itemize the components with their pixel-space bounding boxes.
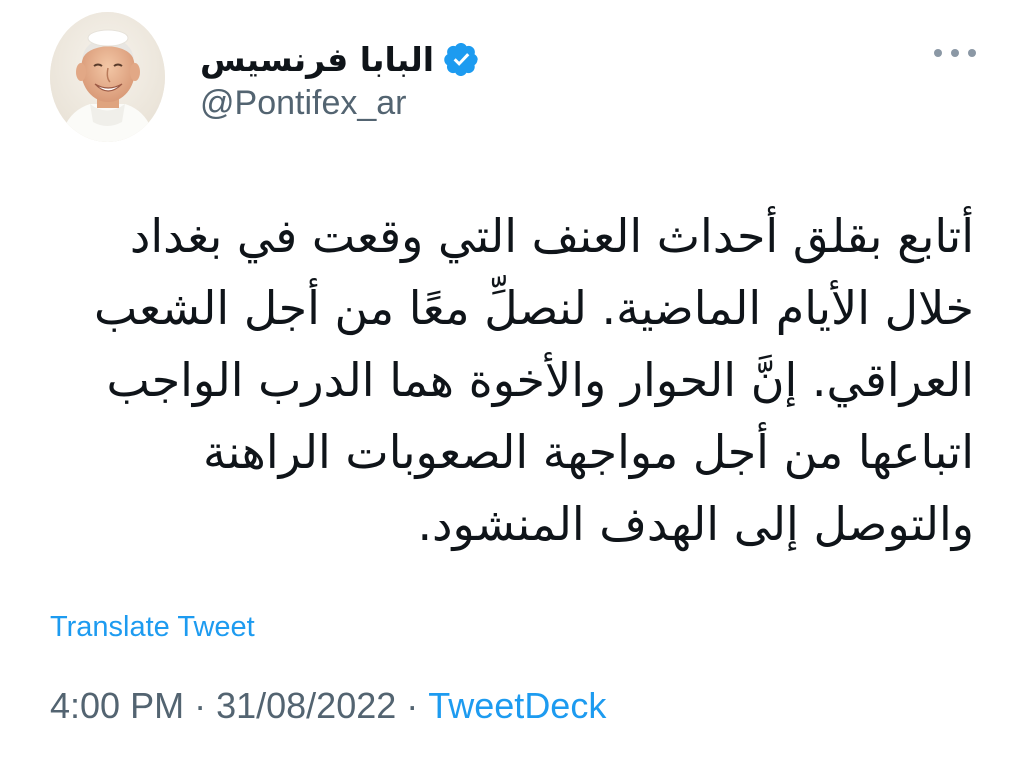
tweet-time[interactable]: 4:00 PM (50, 685, 184, 726)
verified-badge-icon (444, 41, 480, 77)
avatar[interactable] (50, 12, 165, 142)
meta-separator: · (194, 685, 207, 726)
tweet-meta: 4:00 PM · 31/08/2022 · TweetDeck (50, 688, 606, 724)
more-dot (968, 49, 976, 57)
author-handle[interactable]: @Pontifex_ar (200, 86, 407, 120)
tweet-card: البابا فرنسيس @Pontifex_ar أتابع بقلق أح… (0, 0, 1024, 759)
tweet-text: أتابع بقلق أحداث العنف التي وقعت في بغدا… (94, 209, 974, 551)
tweet-source-link[interactable]: TweetDeck (428, 685, 606, 726)
author-display-name[interactable]: البابا فرنسيس (200, 43, 434, 76)
translate-tweet-link[interactable]: Translate Tweet (50, 613, 255, 642)
more-dot (934, 49, 942, 57)
pope-portrait-icon (50, 12, 165, 142)
author-name-row[interactable]: البابا فرنسيس (200, 34, 480, 84)
more-options-icon[interactable] (934, 40, 976, 66)
tweet-date[interactable]: 31/08/2022 (216, 685, 396, 726)
meta-separator: · (406, 685, 419, 726)
more-dot (951, 49, 959, 57)
